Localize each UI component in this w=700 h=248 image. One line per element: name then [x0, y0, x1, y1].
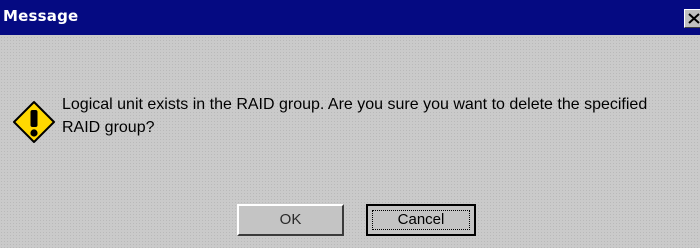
dialog-message: Logical unit exists in the RAID group. A… — [62, 96, 648, 136]
title-bar[interactable]: Message — [0, 0, 700, 35]
ok-button-label: OK — [279, 211, 302, 228]
cancel-button[interactable]: Cancel — [366, 204, 476, 236]
warning-exclamation-icon — [13, 101, 55, 143]
message-dialog: Message Logical unit exists in the RAID … — [0, 0, 700, 248]
window-title: Message — [3, 7, 79, 25]
cancel-button-label: Cancel — [397, 211, 445, 228]
close-icon — [688, 13, 700, 24]
ok-button[interactable]: OK — [237, 204, 344, 236]
close-button[interactable] — [684, 9, 700, 28]
